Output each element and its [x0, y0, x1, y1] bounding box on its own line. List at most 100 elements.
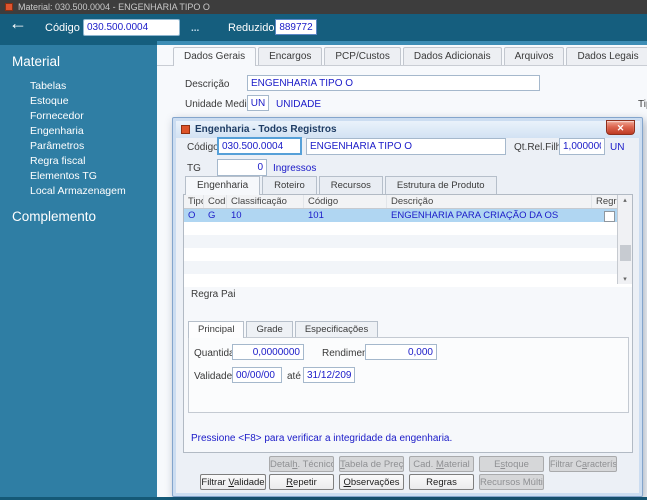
application-window: Material: 030.500.0004 - ENGENHARIA TIPO…	[0, 0, 647, 500]
grid-col-cod[interactable]: Cod	[204, 195, 227, 208]
table-row-selected[interactable]: O G 10 101 ENGENHARIA PARA CRIAÇÃO DA OS	[184, 209, 632, 222]
cell-classificacao: 10	[231, 210, 242, 221]
app-icon	[5, 3, 13, 11]
codigo-label: Código	[45, 22, 80, 34]
codigo-lookup-button[interactable]: ...	[191, 23, 199, 34]
close-icon: ✕	[616, 123, 625, 133]
estoque-button: Estoque	[479, 456, 544, 472]
principal-groupbox: Quantidade Rendimento Validade até	[188, 337, 629, 413]
grid-scrollbar[interactable]: ▴ ▾	[617, 195, 632, 284]
reduzido-label: Reduzido	[228, 22, 275, 34]
main-tab-bar: Dados Gerais Encargos PCP/Custos Dados A…	[173, 47, 647, 66]
sidebar-item-tabelas[interactable]: Tabelas	[0, 78, 157, 93]
table-row	[184, 235, 632, 248]
header-accent-strip	[157, 41, 647, 45]
sidebar-section-complemento[interactable]: Complemento	[12, 209, 157, 224]
table-row	[184, 248, 632, 261]
tab-principal[interactable]: Principal	[188, 321, 245, 338]
sidebar-item-parametros[interactable]: Parâmetros	[0, 138, 157, 153]
inner-tab-bar: Principal Grade Especificações	[188, 321, 379, 338]
tab-dados-legais[interactable]: Dados Legais	[566, 47, 647, 65]
tg-input[interactable]	[217, 159, 267, 176]
table-row	[184, 222, 632, 235]
sidebar-item-regra-fiscal[interactable]: Regra fiscal	[0, 153, 157, 168]
validade-from-input[interactable]	[232, 367, 282, 383]
grid-col-tipo[interactable]: Tipo	[184, 195, 204, 208]
recursos-multiplos-button: Recursos Múltiplos	[479, 474, 544, 490]
grid-header: Tipo Cod Classificação Código Descrição …	[184, 195, 632, 209]
qt-rel-filho-input[interactable]	[559, 138, 605, 155]
scroll-down-icon[interactable]: ▾	[618, 275, 632, 283]
descricao-label: Descrição	[185, 79, 230, 90]
ate-label: até	[287, 371, 301, 382]
scrollbar-thumb[interactable]	[620, 245, 631, 261]
table-row	[184, 261, 632, 274]
tab-encargos[interactable]: Encargos	[258, 47, 323, 65]
integrity-message: Pressione <F8> para verificar a integrid…	[191, 433, 453, 444]
grid-col-regra[interactable]: Regra	[592, 195, 617, 208]
back-arrow-icon[interactable]: ←	[9, 13, 27, 34]
regras-button[interactable]: Regras	[409, 474, 474, 490]
codigo-pai-descricao-input[interactable]	[306, 138, 506, 155]
reduzido-input[interactable]	[275, 19, 317, 35]
detalh-tecnico-button: Detalh. Técnico	[269, 456, 334, 472]
unidade-descricao-label: UNIDADE	[276, 99, 322, 110]
grid-col-descricao[interactable]: Descrição	[387, 195, 592, 208]
tg-label: TG	[187, 163, 201, 174]
observacoes-button[interactable]: Observações	[339, 474, 404, 490]
dialog-tab-bar: Engenharia Roteiro Recursos Estrutura de…	[185, 176, 497, 195]
codigo-pai-input[interactable]	[217, 137, 302, 155]
tabela-de-precos-button: Tabela de Preços	[339, 456, 404, 472]
table-row	[184, 274, 632, 287]
dialog-titlebar: Engenharia - Todos Registros	[176, 121, 640, 138]
window-titlebar: Material: 030.500.0004 - ENGENHARIA TIPO…	[0, 0, 647, 14]
engenharia-grid: Tipo Cod Classificação Código Descrição …	[184, 195, 632, 287]
sidebar-item-estoque[interactable]: Estoque	[0, 93, 157, 108]
tab-arquivos[interactable]: Arquivos	[503, 47, 565, 65]
dialog-icon	[181, 125, 190, 134]
tab-dados-adicionais[interactable]: Dados Adicionais	[402, 47, 502, 65]
tab-roteiro[interactable]: Roteiro	[262, 176, 317, 194]
window-title: Material: 030.500.0004 - ENGENHARIA TIPO…	[18, 2, 210, 12]
grid-col-codigo[interactable]: Código	[304, 195, 387, 208]
cad-material-button: Cad. Material	[409, 456, 474, 472]
repetir-button[interactable]: Repetir	[269, 474, 334, 490]
validade-label: Validade	[194, 371, 233, 382]
quantidade-input[interactable]	[232, 344, 304, 360]
sidebar-item-local-armazenagem[interactable]: Local Armazenagem	[0, 183, 157, 198]
sidebar-item-fornecedor[interactable]: Fornecedor	[0, 108, 157, 123]
tab-recursos[interactable]: Recursos	[318, 176, 383, 194]
tab-engenharia[interactable]: Engenharia	[185, 176, 261, 195]
scroll-up-icon[interactable]: ▴	[618, 196, 632, 204]
cell-codigo: 101	[308, 210, 324, 221]
regra-checkbox[interactable]	[604, 211, 615, 222]
sidebar-item-engenharia[interactable]: Engenharia	[0, 123, 157, 138]
tipo-label-clipped: Tipo	[638, 99, 647, 110]
regra-pai-label: Regra Pai	[191, 289, 236, 300]
engenharia-dialog: Engenharia - Todos Registros ✕ Código Pa…	[172, 117, 643, 497]
qt-rel-unit-label: UN	[610, 142, 625, 153]
tg-descricao-label: Ingressos	[273, 163, 317, 174]
filtrar-caracteristicas-button: Filtrar Características	[549, 456, 617, 472]
filtrar-validade-button[interactable]: Filtrar Validade	[200, 474, 266, 490]
dialog-title: Engenharia - Todos Registros	[195, 124, 337, 135]
cell-regra	[592, 209, 617, 222]
tab-pcp-custos[interactable]: PCP/Custos	[324, 47, 401, 65]
codigo-input[interactable]	[83, 19, 180, 36]
validade-to-input[interactable]	[303, 367, 355, 383]
grid-col-classificacao[interactable]: Classificação	[227, 195, 304, 208]
sidebar: Material Tabelas Estoque Fornecedor Enge…	[0, 45, 157, 497]
descricao-input[interactable]	[247, 75, 540, 91]
tab-estrutura-de-produto[interactable]: Estrutura de Produto	[384, 176, 497, 194]
sidebar-item-elementos-tg[interactable]: Elementos TG	[0, 168, 157, 183]
cell-cod: G	[208, 210, 216, 221]
tab-dados-gerais[interactable]: Dados Gerais	[173, 47, 257, 66]
sidebar-section-material[interactable]: Material	[12, 54, 157, 69]
dialog-close-button[interactable]: ✕	[606, 120, 635, 135]
rendimento-input[interactable]	[365, 344, 437, 360]
tab-especificacoes[interactable]: Especificações	[294, 321, 379, 337]
unidade-medida-input[interactable]	[247, 95, 269, 111]
cell-descricao: ENGENHARIA PARA CRIAÇÃO DA OS	[391, 210, 559, 221]
engenharia-tab-panel: Tipo Cod Classificação Código Descrição …	[183, 194, 633, 453]
tab-grade[interactable]: Grade	[246, 321, 293, 337]
